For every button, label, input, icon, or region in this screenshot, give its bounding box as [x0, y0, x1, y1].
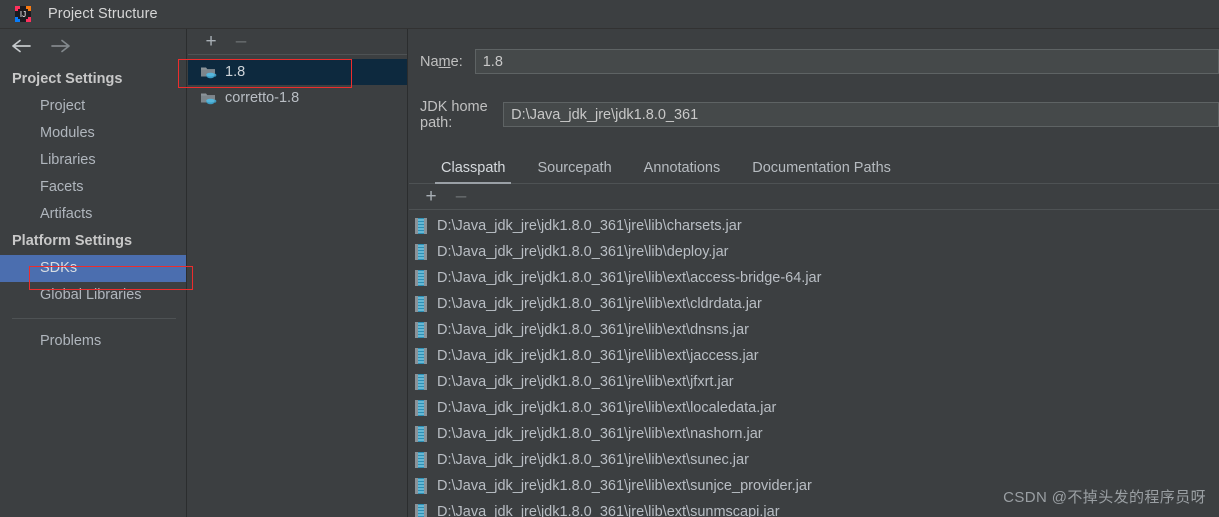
nav-group-project-settings: Project Settings: [12, 71, 123, 87]
classpath-row-label: D:\Java_jdk_jre\jdk1.8.0_361\jre\lib\ext…: [437, 504, 780, 517]
remove-classpath-button[interactable]: –: [450, 186, 472, 208]
classpath-row-label: D:\Java_jdk_jre\jdk1.8.0_361\jre\lib\ext…: [437, 348, 759, 364]
window-title: Project Structure: [48, 6, 158, 22]
add-sdk-button[interactable]: +: [200, 31, 222, 53]
tab-documentation-paths[interactable]: Documentation Paths: [736, 160, 907, 183]
sdk-list-item-label: 1.8: [225, 64, 246, 80]
jar-file-icon: [414, 504, 428, 517]
classpath-row[interactable]: D:\Java_jdk_jre\jdk1.8.0_361\jre\lib\cha…: [409, 213, 1219, 239]
jdk-folder-icon: [200, 64, 217, 80]
jar-file-icon: [414, 452, 428, 468]
sdk-list-toolbar: + –: [188, 29, 407, 55]
sdk-list-item-corretto-1-8[interactable]: corretto-1.8: [188, 85, 407, 111]
jdk-home-path-label: JDK home path:: [420, 98, 488, 131]
remove-sdk-button[interactable]: –: [230, 31, 252, 53]
sdk-list-panel: + – 1.8 corretto-1.8: [188, 29, 408, 517]
jar-file-icon: [414, 348, 428, 364]
classpath-row[interactable]: D:\Java_jdk_jre\jdk1.8.0_361\jre\lib\ext…: [409, 369, 1219, 395]
classpath-row-label: D:\Java_jdk_jre\jdk1.8.0_361\jre\lib\ext…: [437, 478, 812, 494]
classpath-list: D:\Java_jdk_jre\jdk1.8.0_361\jre\lib\cha…: [409, 210, 1219, 517]
jar-file-icon: [414, 296, 428, 312]
intellij-idea-icon: IJ: [14, 5, 32, 23]
navigation-arrows: [0, 29, 186, 62]
project-structure-dialog: IJ Project Structure Project Settings Pr…: [0, 0, 1219, 517]
jdk-folder-icon: [200, 90, 217, 106]
sdk-tabs: Classpath Sourcepath Annotations Documen…: [409, 151, 1219, 184]
classpath-row[interactable]: D:\Java_jdk_jre\jdk1.8.0_361\jre\lib\dep…: [409, 239, 1219, 265]
sidebar-divider: [12, 318, 176, 319]
sidebar-item-libraries[interactable]: Libraries: [0, 147, 186, 174]
settings-nav-list: Project Settings Project Modules Librari…: [0, 62, 186, 355]
sidebar-item-project[interactable]: Project: [0, 93, 186, 120]
jdk-home-path-input[interactable]: D:\Java_jdk_jre\jdk1.8.0_361: [503, 102, 1219, 127]
sdk-name-row: Name: 1.8: [409, 49, 1219, 74]
classpath-row-label: D:\Java_jdk_jre\jdk1.8.0_361\jre\lib\ext…: [437, 452, 749, 468]
sidebar-item-global-libraries[interactable]: Global Libraries: [0, 282, 186, 309]
sdk-name-label: Name:: [420, 53, 463, 70]
classpath-row[interactable]: D:\Java_jdk_jre\jdk1.8.0_361\jre\lib\ext…: [409, 421, 1219, 447]
sdk-list: 1.8 corretto-1.8: [188, 55, 407, 111]
classpath-row-label: D:\Java_jdk_jre\jdk1.8.0_361\jre\lib\ext…: [437, 400, 777, 416]
jar-file-icon: [414, 400, 428, 416]
classpath-row-label: D:\Java_jdk_jre\jdk1.8.0_361\jre\lib\dep…: [437, 244, 729, 260]
jar-file-icon: [414, 426, 428, 442]
sdk-detail-pane: Name: 1.8 JDK home path: D:\Java_jdk_jre…: [409, 29, 1219, 517]
tab-classpath[interactable]: Classpath: [425, 160, 521, 184]
settings-sidebar: Project Settings Project Modules Librari…: [0, 29, 187, 517]
jar-file-icon: [414, 244, 428, 260]
classpath-row[interactable]: D:\Java_jdk_jre\jdk1.8.0_361\jre\lib\ext…: [409, 447, 1219, 473]
sdk-list-item-1-8[interactable]: 1.8: [188, 59, 407, 85]
classpath-row[interactable]: D:\Java_jdk_jre\jdk1.8.0_361\jre\lib\ext…: [409, 395, 1219, 421]
sidebar-item-facets[interactable]: Facets: [0, 174, 186, 201]
classpath-toolbar: + –: [409, 184, 1219, 210]
jar-file-icon: [414, 478, 428, 494]
classpath-row-label: D:\Java_jdk_jre\jdk1.8.0_361\jre\lib\ext…: [437, 426, 763, 442]
classpath-row[interactable]: D:\Java_jdk_jre\jdk1.8.0_361\jre\lib\ext…: [409, 317, 1219, 343]
sidebar-item-modules[interactable]: Modules: [0, 120, 186, 147]
classpath-row-label: D:\Java_jdk_jre\jdk1.8.0_361\jre\lib\ext…: [437, 322, 749, 338]
csdn-watermark: CSDN @不掉头发的程序员呀: [1003, 489, 1206, 506]
add-classpath-button[interactable]: +: [420, 186, 442, 208]
jar-file-icon: [414, 374, 428, 390]
classpath-row-label: D:\Java_jdk_jre\jdk1.8.0_361\jre\lib\ext…: [437, 270, 822, 286]
arrow-right-icon[interactable]: [49, 36, 73, 56]
jar-file-icon: [414, 270, 428, 286]
arrow-left-icon[interactable]: [9, 36, 33, 56]
classpath-row-label: D:\Java_jdk_jre\jdk1.8.0_361\jre\lib\cha…: [437, 218, 742, 234]
jar-file-icon: [414, 218, 428, 234]
jdk-home-path-row: JDK home path: D:\Java_jdk_jre\jdk1.8.0_…: [409, 99, 1219, 131]
sidebar-item-sdks[interactable]: SDKs: [0, 255, 186, 282]
classpath-row-label: D:\Java_jdk_jre\jdk1.8.0_361\jre\lib\ext…: [437, 374, 734, 390]
nav-group-platform-settings: Platform Settings: [12, 233, 133, 249]
sidebar-item-artifacts[interactable]: Artifacts: [0, 201, 186, 228]
classpath-row[interactable]: D:\Java_jdk_jre\jdk1.8.0_361\jre\lib\ext…: [409, 265, 1219, 291]
sdk-name-input[interactable]: 1.8: [474, 49, 1219, 74]
classpath-row-label: D:\Java_jdk_jre\jdk1.8.0_361\jre\lib\ext…: [437, 296, 762, 312]
tab-annotations[interactable]: Annotations: [628, 160, 737, 183]
jar-file-icon: [414, 322, 428, 338]
classpath-row[interactable]: D:\Java_jdk_jre\jdk1.8.0_361\jre\lib\ext…: [409, 291, 1219, 317]
title-bar: IJ Project Structure: [0, 0, 1219, 29]
classpath-row[interactable]: D:\Java_jdk_jre\jdk1.8.0_361\jre\lib\ext…: [409, 343, 1219, 369]
tab-sourcepath[interactable]: Sourcepath: [521, 160, 627, 183]
sdk-list-item-label: corretto-1.8: [225, 90, 300, 106]
sidebar-item-problems[interactable]: Problems: [0, 328, 186, 355]
svg-text:IJ: IJ: [20, 10, 26, 19]
